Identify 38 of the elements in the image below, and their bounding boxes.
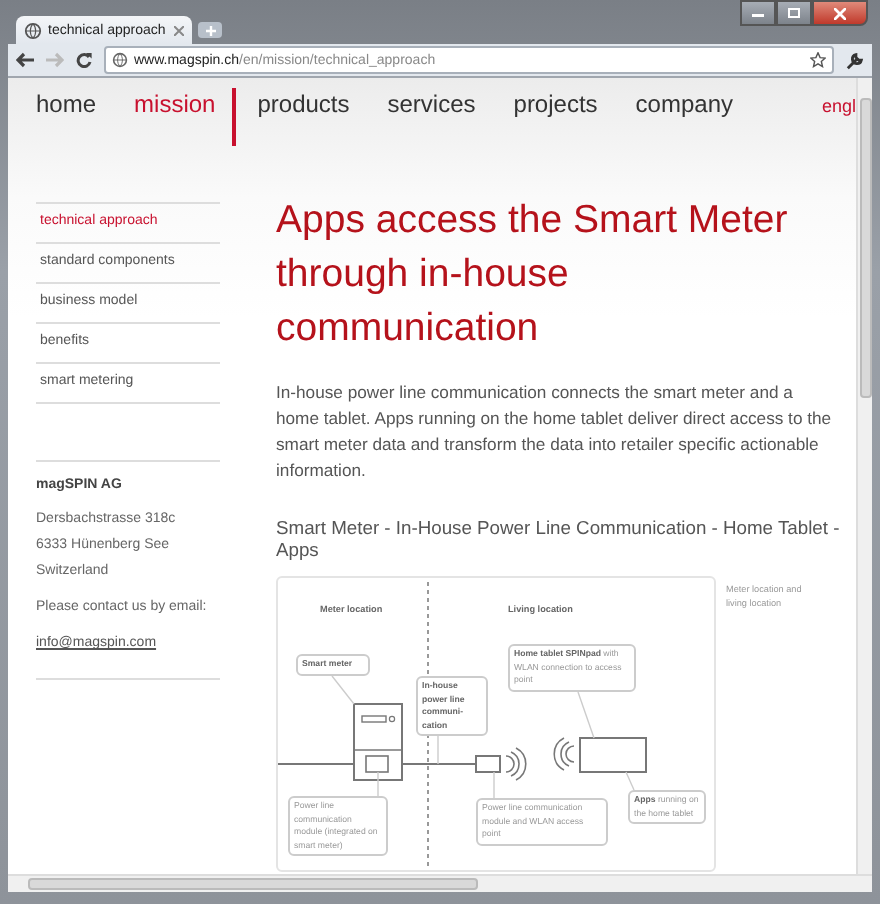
leader-line [437,735,439,765]
new-tab-button[interactable] [198,22,222,38]
minimize-button[interactable] [740,0,776,26]
leader-line [625,771,635,791]
reload-icon[interactable] [76,52,92,68]
nav-link[interactable]: company [635,88,733,120]
horizontal-scrollbar[interactable] [8,874,872,892]
nav-link[interactable]: products [257,88,350,120]
leader-line [377,771,379,797]
nav-link[interactable]: services [387,88,476,120]
globe-icon [24,21,42,39]
language-link[interactable]: engl [821,88,856,120]
maximize-button[interactable] [776,0,812,26]
intro-paragraph: In-house power line communication connects the smart meter and a home tablet. Apps running on the home tablet deliver direct access to the smart meter data and transform the data into retailer specific actionable information. [276,380,832,484]
plus-icon [205,25,215,35]
back-icon[interactable] [16,52,34,68]
nav-link[interactable]: home [36,88,97,120]
nav-link[interactable]: projects [513,88,598,120]
minimize-icon [752,9,764,17]
close-button[interactable] [812,0,868,26]
vertical-scrollbar[interactable] [856,78,872,874]
star-icon[interactable] [810,52,826,68]
close-icon[interactable] [174,25,184,35]
signal-waves-icon [553,737,575,771]
close-icon [834,7,846,19]
leader-line [331,675,355,705]
wrench-icon[interactable] [846,51,864,69]
globe-icon [112,52,128,68]
signal-waves-icon [505,747,527,781]
leader-line [577,691,595,739]
leader-line [493,771,495,799]
page-heading: Apps access the Smart Meter through in-house communication [276,196,790,354]
smart-meter-drawing [353,703,403,781]
maximize-icon [788,8,800,18]
figure-title: Smart Meter - In-House Power Line Communication - Home Tablet - Apps [276,516,840,560]
nav-link[interactable]: mission [134,88,236,146]
access-point-drawing [475,755,501,773]
tablet-drawing [579,737,647,773]
